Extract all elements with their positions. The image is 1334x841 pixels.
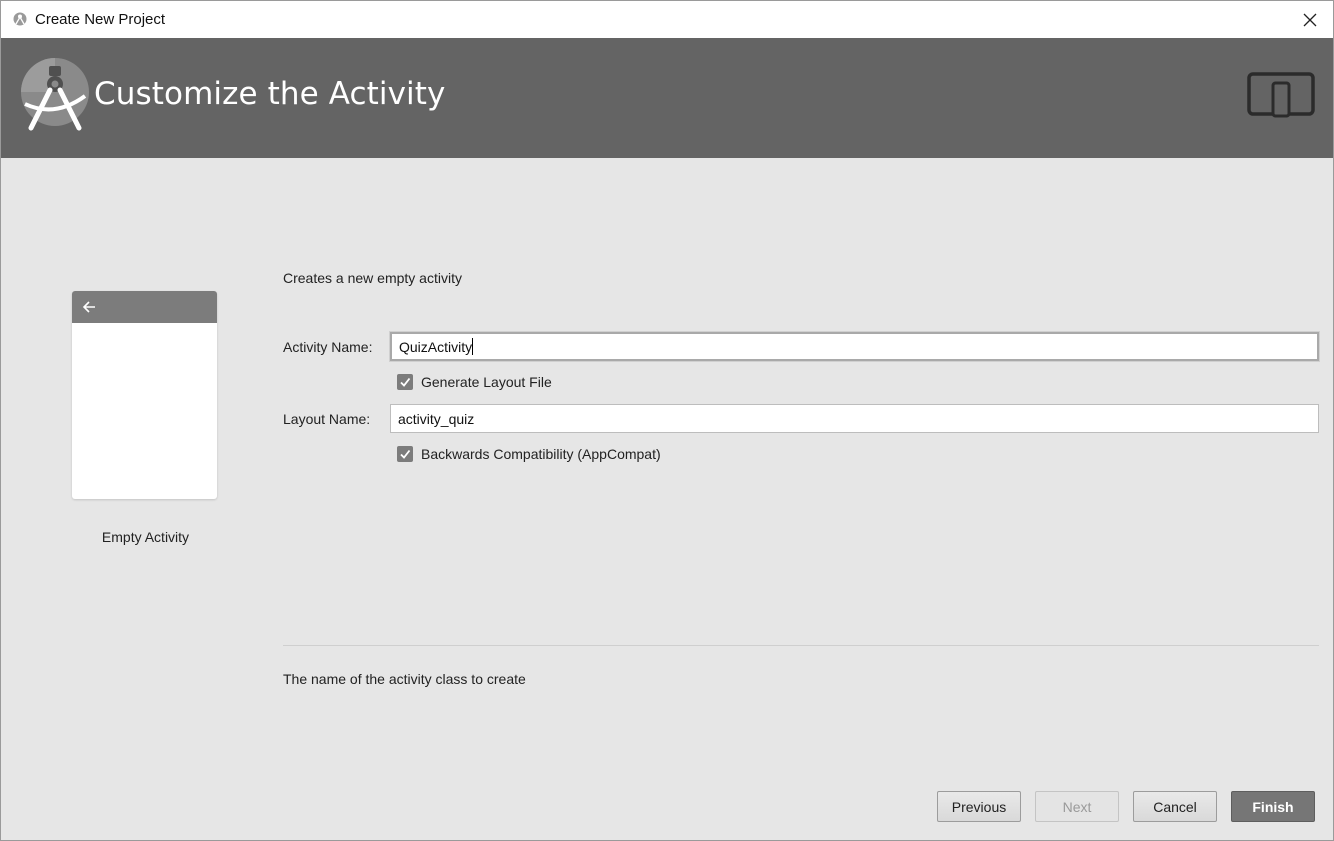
activity-name-label: Activity Name: [283,339,373,355]
previous-button[interactable]: Previous [937,791,1021,822]
page-title: Customize the Activity [94,76,446,112]
preview-app-bar [72,291,217,323]
layout-name-label: Layout Name: [283,411,371,427]
back-arrow-icon [82,301,95,313]
activity-name-value: QuizActivity [399,338,473,355]
checkmark-icon[interactable] [397,446,413,462]
activity-name-input[interactable]: QuizActivity [390,332,1319,361]
close-icon[interactable] [1287,1,1333,38]
title-bar: Create New Project [1,1,1333,38]
layout-name-value: activity_quiz [398,410,475,427]
cancel-button[interactable]: Cancel [1133,791,1217,822]
divider [283,645,1319,646]
activity-preview [72,291,217,499]
template-description: Creates a new empty activity [283,270,462,286]
generate-layout-label: Generate Layout File [421,374,552,390]
finish-button[interactable]: Finish [1231,791,1315,822]
tablet-phone-icon [1247,72,1315,118]
checkmark-icon[interactable] [397,374,413,390]
next-button[interactable]: Next [1035,791,1119,822]
template-name: Empty Activity [101,529,190,545]
field-hint: The name of the activity class to create [283,671,526,687]
text-caret [472,338,474,355]
generate-layout-checkbox[interactable]: Generate Layout File [397,374,552,390]
android-studio-icon [13,12,27,26]
header-banner: Customize the Activity [1,38,1333,158]
backwards-compat-label: Backwards Compatibility (AppCompat) [421,446,661,462]
android-studio-logo [19,56,91,132]
create-project-dialog: Create New Project Customize the Activit… [0,0,1334,841]
window-title: Create New Project [35,11,166,28]
backwards-compat-checkbox[interactable]: Backwards Compatibility (AppCompat) [397,446,661,462]
layout-name-input[interactable]: activity_quiz [390,404,1319,433]
